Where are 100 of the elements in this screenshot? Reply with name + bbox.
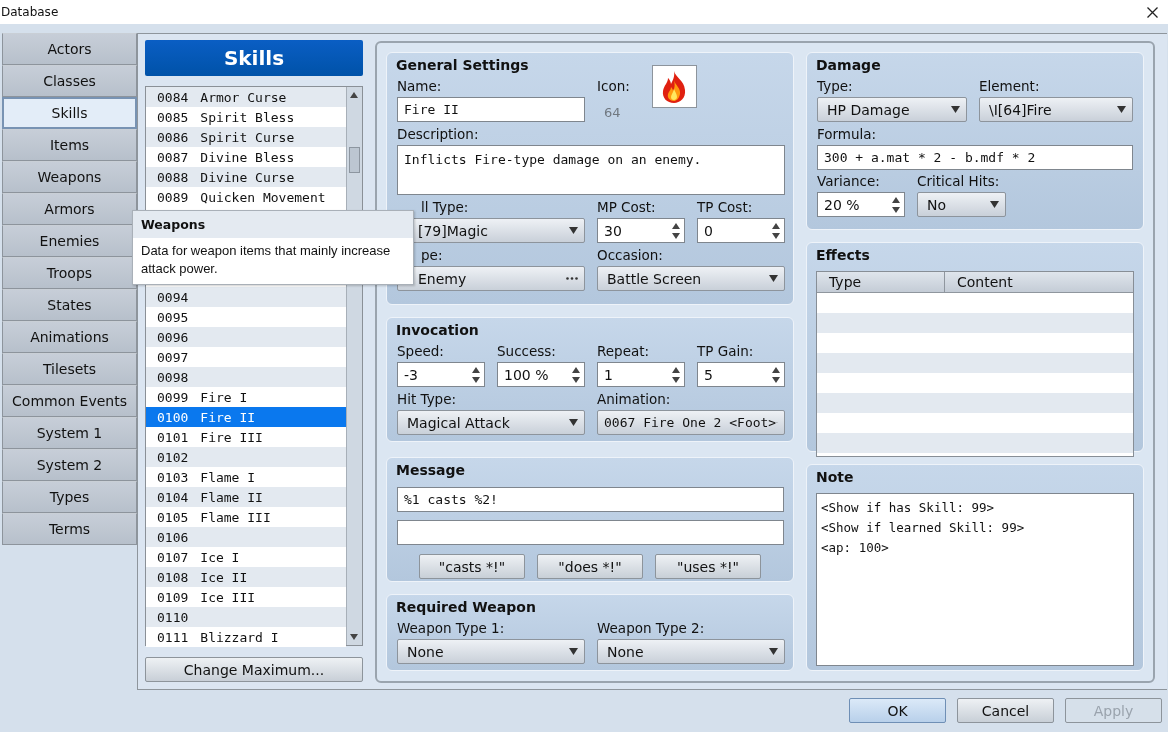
spin-arrows-icon[interactable] [672, 222, 680, 239]
message-field[interactable] [397, 520, 784, 545]
nav-tab[interactable]: Terms [2, 513, 137, 545]
hit-type-select[interactable]: Magical Attack [397, 410, 585, 435]
mp-cost-field[interactable]: 30 [597, 218, 685, 243]
nav-tab[interactable]: States [2, 289, 137, 321]
caret-icon [569, 227, 578, 234]
variance-field[interactable]: 20 % [817, 192, 905, 217]
skill-row[interactable]: 0096 [146, 327, 346, 347]
nav-tab[interactable]: System 2 [2, 449, 137, 481]
scroll-up-icon[interactable] [350, 92, 358, 98]
field-label: Formula: [817, 126, 878, 142]
caret-icon [769, 648, 778, 655]
skill-row[interactable]: 0098 [146, 367, 346, 387]
field-label: Repeat: [597, 343, 651, 359]
nav-tab[interactable]: Animations [2, 321, 137, 353]
dialog-button[interactable]: Cancel [957, 698, 1054, 723]
skill-row[interactable]: 0104 Flame II [146, 487, 346, 507]
spin-arrows-icon[interactable] [472, 366, 480, 383]
nav-tab[interactable]: Weapons [2, 161, 137, 193]
effects-table[interactable]: Type Content [816, 271, 1134, 457]
nav-tab[interactable]: Types [2, 481, 137, 513]
repeat-field[interactable]: 1 [597, 362, 685, 387]
critical-hits-select[interactable]: No [917, 192, 1006, 217]
dialog-button[interactable]: OK [849, 698, 946, 723]
field-label: Name: [397, 78, 443, 94]
group-title: General Settings [396, 57, 530, 75]
skill-row[interactable]: 0106 [146, 527, 346, 547]
skill-row[interactable]: 0110 [146, 607, 346, 627]
speed-field[interactable]: -3 [397, 362, 485, 387]
message-template-button[interactable]: "uses *!" [655, 554, 761, 579]
window-title: Database [1, 5, 59, 19]
group-title: Damage [816, 57, 882, 75]
close-icon[interactable] [1147, 6, 1158, 18]
column-header: Content [945, 272, 1133, 292]
nav-tab[interactable]: Skills [2, 97, 137, 129]
field-label: Icon: [597, 78, 630, 94]
skill-row[interactable]: 0108 Ice II [146, 567, 346, 587]
weapon-type-select[interactable]: None [597, 639, 785, 664]
skill-row[interactable]: 0094 [146, 287, 346, 307]
tp-cost-field[interactable]: 0 [697, 218, 785, 243]
message-template-button[interactable]: "does *!" [537, 554, 643, 579]
field-label: TP Cost: [697, 199, 754, 215]
list-title: Skills [145, 40, 363, 76]
skill-row[interactable]: 0084 Armor Curse [146, 87, 346, 107]
nav-tab[interactable]: Classes [2, 65, 137, 97]
field-label: Description: [397, 126, 480, 142]
formula-field[interactable]: 300 + a.mat * 2 - b.mdf * 2 [817, 145, 1133, 170]
nav-tab[interactable]: Actors [2, 33, 137, 65]
field-label: Weapon Type 1: [397, 620, 506, 636]
occasion-select[interactable]: Battle Screen [597, 266, 785, 291]
field-label: Occasion: [597, 247, 664, 263]
column-header: Type [817, 272, 945, 292]
animation-picker[interactable]: 0067 Fire One 2 <Foot> [597, 410, 785, 435]
nav-tab[interactable]: Armors [2, 193, 137, 225]
nav-tab[interactable]: System 1 [2, 417, 137, 449]
weapon-type-select[interactable]: None [397, 639, 585, 664]
nav-tab[interactable]: Common Events [2, 385, 137, 417]
field-label: ll Type: [420, 199, 470, 215]
spin-arrows-icon[interactable] [892, 196, 900, 213]
field-label: Type: [817, 78, 854, 94]
change-maximum-button[interactable]: Change Maximum... [145, 657, 363, 682]
caret-icon [769, 275, 778, 282]
field-label: Element: [979, 78, 1041, 94]
nav-tab[interactable]: Tilesets [2, 353, 137, 385]
icon-picker[interactable] [651, 65, 697, 108]
spin-arrows-icon[interactable] [772, 222, 780, 239]
group-title: Required Weapon [396, 599, 537, 617]
name-field[interactable]: Fire II [397, 97, 585, 122]
field-label: Speed: [397, 343, 445, 359]
skill-row[interactable]: 0088 Divine Curse [146, 167, 346, 187]
skill-row[interactable]: 0086 Spirit Curse [146, 127, 346, 147]
field-label: Hit Type: [397, 391, 458, 407]
description-field[interactable]: Inflicts Fire-type damage on an enemy. [397, 145, 785, 195]
scope-picker[interactable]: Enemy [397, 266, 585, 291]
skill-row[interactable]: 0100 Fire II [146, 407, 346, 427]
nav-tab[interactable]: Troops [2, 257, 137, 289]
scroll-thumb[interactable] [349, 147, 360, 173]
nav-tab[interactable]: Items [2, 129, 137, 161]
tooltip-text: Data for weapon items that mainly increase attack power. [140, 242, 392, 278]
spin-arrows-icon[interactable] [772, 366, 780, 383]
success-field[interactable]: 100 % [497, 362, 585, 387]
group-title: Effects [816, 247, 871, 265]
group-title: Invocation [396, 322, 480, 340]
spin-arrows-icon[interactable] [672, 366, 680, 383]
damage-type-select[interactable]: HP Damage [817, 97, 967, 122]
note-field[interactable]: <Show if has Skill: 99> <Show if learned Skill: 99> <ap: 100> [816, 493, 1134, 666]
scroll-down-icon[interactable] [350, 634, 358, 640]
field-label: Success: [497, 343, 557, 359]
message-template-button[interactable]: "casts *!" [419, 554, 525, 579]
field-label: Variance: [817, 173, 881, 189]
caret-icon [990, 201, 999, 208]
skill-row[interactable]: 0102 [146, 447, 346, 467]
field-label: Animation: [597, 391, 672, 407]
message-field[interactable]: %1 casts %2! [397, 487, 784, 512]
element-select[interactable]: \I[64]Fire [979, 97, 1133, 122]
tp-gain-field[interactable]: 5 [697, 362, 785, 387]
caret-icon [951, 106, 960, 113]
caret-icon [569, 648, 578, 655]
spin-arrows-icon[interactable] [572, 366, 580, 383]
